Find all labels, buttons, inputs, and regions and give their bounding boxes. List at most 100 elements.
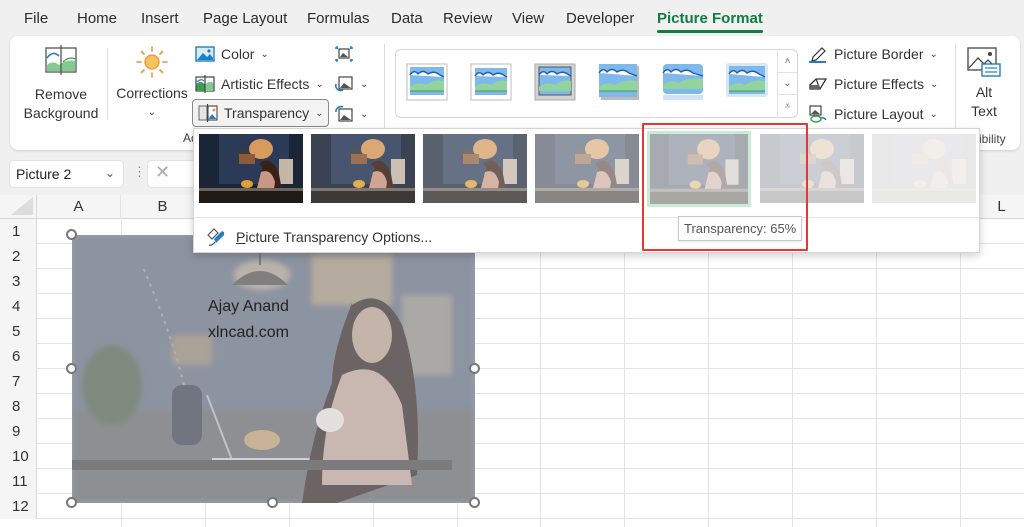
row-header-9[interactable]: 9 — [0, 419, 37, 444]
resize-handle-middle-right[interactable] — [469, 363, 480, 374]
artistic-effects-button[interactable]: Artistic Effects ⌄ — [195, 72, 324, 96]
resize-handle-top-left[interactable] — [66, 229, 77, 240]
gridline — [876, 219, 877, 527]
alt-text-label-1: Alt — [975, 84, 993, 100]
gridline — [540, 219, 541, 527]
picture-style-3[interactable] — [534, 63, 576, 101]
picture-effects-button[interactable]: Picture Effects ⌄ — [808, 72, 938, 96]
picture-text-site: xlncad.com — [208, 324, 289, 341]
picture-border-button[interactable]: Picture Border ⌄ — [808, 42, 938, 66]
gallery-scroll-down[interactable]: ⌄ — [777, 72, 797, 94]
artistic-effects-icon — [195, 75, 215, 93]
picture-effects-label: Picture Effects — [834, 76, 925, 92]
alt-text-button[interactable]: Alt Text — [962, 46, 1006, 121]
tab-home[interactable]: Home — [77, 10, 117, 27]
change-picture-button[interactable]: ⌄ — [334, 72, 368, 96]
color-button[interactable]: Color ⌄ — [195, 42, 269, 66]
name-box[interactable]: Picture 2 ⌄ — [9, 160, 124, 188]
divider — [194, 217, 979, 218]
chevron-down-icon: ⌄ — [930, 78, 939, 90]
resize-handle-middle-left[interactable] — [66, 363, 77, 374]
picture-style-4[interactable] — [598, 63, 640, 101]
transparency-preset-30[interactable] — [423, 134, 527, 203]
tab-insert[interactable]: Insert — [141, 10, 179, 27]
tab-view[interactable]: View — [512, 10, 544, 27]
transparency-button[interactable]: Transparency ⌄ — [192, 99, 330, 127]
sun-icon — [136, 46, 168, 78]
picture-text-name: Ajay Anand — [208, 298, 289, 315]
picture-layout-label: Picture Layout — [834, 106, 924, 122]
corrections-label: Corrections — [116, 85, 188, 101]
row-header-3[interactable]: 3 — [0, 269, 37, 294]
row-header-6[interactable]: 6 — [0, 344, 37, 369]
remove-background-icon — [45, 45, 77, 75]
chevron-down-icon: ⌄ — [260, 48, 269, 60]
picture-layout-button[interactable]: Picture Layout ⌄ — [808, 102, 938, 126]
picture-style-thumbnail-icon — [726, 63, 768, 97]
gallery-more[interactable]: ⩡ — [777, 94, 797, 118]
row-header-11[interactable]: 11 — [0, 469, 37, 494]
cafe-photo-thumbnail — [311, 134, 415, 203]
transparency-preset-50[interactable] — [535, 134, 639, 203]
picture-style-2[interactable] — [470, 63, 512, 101]
picture-transparency-options-item[interactable]: Picture Transparency Options... — [206, 226, 432, 248]
picture-style-thumbnail-icon — [534, 63, 576, 101]
tab-developer[interactable]: Developer — [566, 10, 634, 27]
chevron-down-icon: ⌄ — [315, 78, 324, 90]
picture-style-6[interactable] — [726, 63, 768, 101]
row-header-5[interactable]: 5 — [0, 319, 37, 344]
transparency-preset-65[interactable] — [647, 131, 751, 207]
artistic-effects-label: Artistic Effects — [221, 76, 310, 92]
more-icon[interactable]: ⋮ — [133, 164, 146, 180]
tab-data[interactable]: Data — [391, 10, 423, 27]
chevron-down-icon: ⌄ — [929, 108, 938, 120]
row-header-12[interactable]: 12 — [0, 494, 37, 519]
transparency-preset-15[interactable] — [311, 134, 415, 203]
divider — [955, 44, 956, 140]
gridline — [960, 219, 961, 527]
select-all-button[interactable] — [0, 195, 37, 219]
row-header-8[interactable]: 8 — [0, 394, 37, 419]
cafe-photo-thumbnail — [535, 134, 639, 203]
picture-style-1[interactable] — [406, 63, 448, 101]
divider — [384, 44, 385, 140]
remove-background-button[interactable]: Remove Background — [20, 44, 102, 123]
tab-formulas[interactable]: Formulas — [307, 10, 370, 27]
chevron-down-icon: ⌄ — [360, 78, 369, 90]
picture-2[interactable]: Ajay Anand xlncad.com — [72, 235, 475, 503]
picture-style-thumbnail-icon — [598, 64, 639, 100]
chevron-down-icon[interactable]: ⌄ — [105, 166, 115, 180]
tab-file[interactable]: File — [24, 10, 48, 27]
picture-layout-icon — [809, 105, 827, 123]
cafe-photo-thumbnail — [423, 134, 527, 203]
tab-picture-format[interactable]: Picture Format — [657, 10, 763, 33]
row-header-2[interactable]: 2 — [0, 244, 37, 269]
row-header-10[interactable]: 10 — [0, 444, 37, 469]
resize-handle-bottom-center[interactable] — [267, 497, 278, 508]
row-header-4[interactable]: 4 — [0, 294, 37, 319]
gallery-scroll-up[interactable]: ˄ — [777, 50, 797, 72]
compress-pictures-button[interactable] — [334, 42, 354, 66]
corrections-button[interactable]: Corrections ⌄ — [114, 44, 190, 122]
column-header-a[interactable]: A — [37, 195, 121, 219]
picture-style-5[interactable] — [662, 63, 704, 101]
picture-transparency-options-label: Picture Transparency Options... — [236, 229, 433, 245]
resize-handle-bottom-right[interactable] — [469, 497, 480, 508]
row-header-7[interactable]: 7 — [0, 369, 37, 394]
remove-background-label-2: Background — [23, 105, 99, 121]
reset-picture-button[interactable]: ⌄ — [334, 102, 368, 126]
tab-page-layout[interactable]: Page Layout — [203, 10, 287, 27]
cafe-photo-image — [72, 235, 475, 503]
transparency-preset-80[interactable] — [760, 134, 864, 203]
close-icon: ✕ — [155, 162, 171, 182]
tab-review[interactable]: Review — [443, 10, 492, 27]
cafe-photo-thumbnail — [650, 134, 748, 204]
paint-brush-icon — [207, 228, 225, 246]
row-header-1[interactable]: 1 — [0, 219, 37, 244]
picture-style-thumbnail-icon — [470, 63, 512, 101]
transparency-preset-0[interactable] — [199, 134, 303, 203]
compress-pictures-icon — [335, 46, 353, 62]
transparency-preset-95[interactable] — [872, 134, 976, 203]
picture-style-thumbnail-icon — [662, 64, 704, 100]
resize-handle-bottom-left[interactable] — [66, 497, 77, 508]
